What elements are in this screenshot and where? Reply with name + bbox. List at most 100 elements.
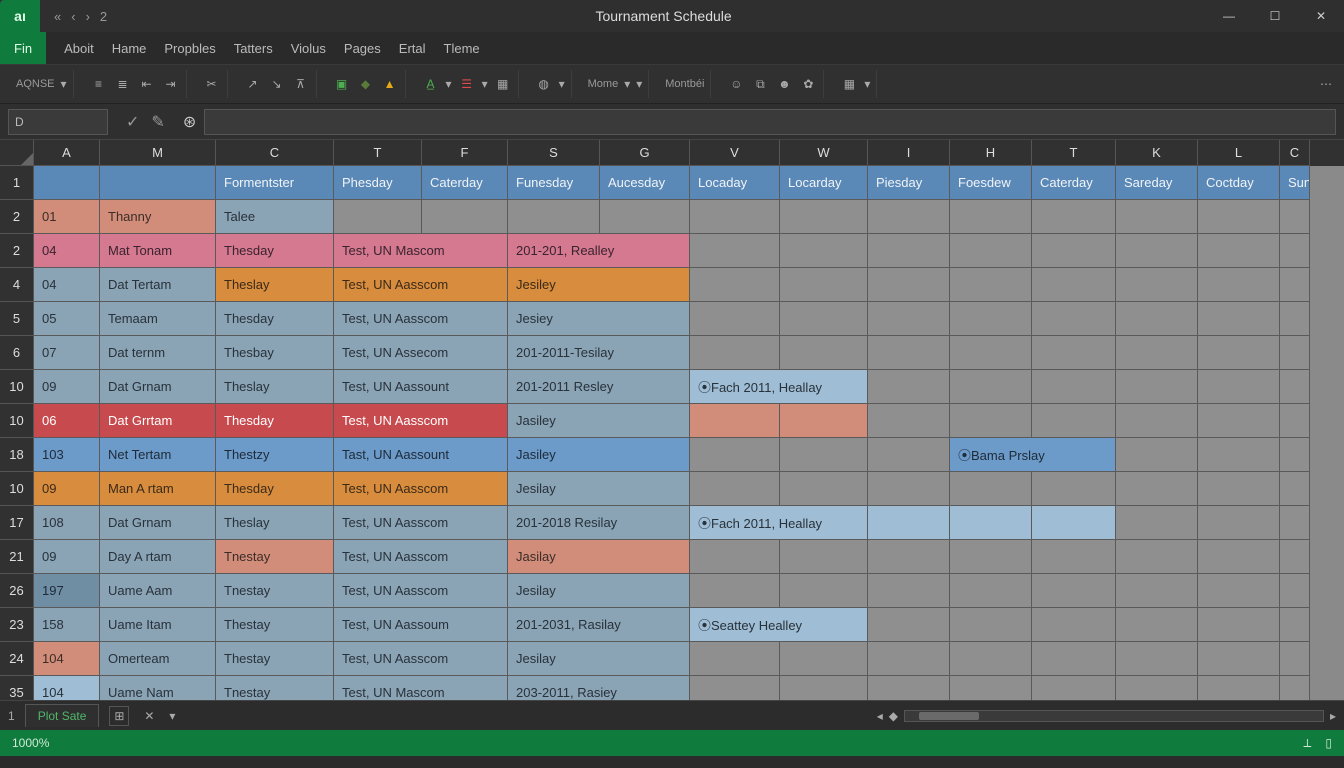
data-cell[interactable]: Day A rtam [100,540,216,574]
column-header[interactable]: W [780,140,868,166]
data-cell[interactable]: Thestay [216,608,334,642]
data-cell[interactable] [1032,302,1116,336]
data-cell[interactable] [690,404,780,438]
format-painter-icon[interactable]: ✂ [203,75,221,93]
header-cell[interactable]: Locarday [780,166,868,200]
align-left-icon[interactable]: ≡ [90,75,108,93]
fill-dark-icon[interactable]: ◆ [357,75,375,93]
maximize-button[interactable]: ☐ [1252,0,1298,32]
data-cell[interactable] [1280,336,1310,370]
data-cell[interactable] [1116,540,1198,574]
data-cell[interactable]: ⦿Fach 2011, Heallay [690,506,868,540]
enter-icon[interactable]: ✎ [151,112,164,132]
data-cell[interactable]: Thesday [216,472,334,506]
header-cell[interactable]: Caterday [422,166,508,200]
data-cell[interactable] [950,404,1032,438]
data-cell[interactable]: Test, UN Aasscom [334,540,508,574]
data-cell[interactable]: Test, UN Aasscom [334,404,508,438]
row-header[interactable]: 24 [0,642,34,676]
dropdown-icon[interactable]: ▾ [61,77,67,91]
data-cell[interactable] [690,234,780,268]
data-cell[interactable]: 201-201, Realley [508,234,690,268]
data-cell[interactable] [1032,676,1116,700]
data-cell[interactable]: Jesiley [508,268,690,302]
data-cell[interactable]: 104 [34,642,100,676]
data-cell[interactable]: 201-2031, Rasilay [508,608,690,642]
data-cell[interactable] [868,302,950,336]
data-cell[interactable] [868,574,950,608]
column-header[interactable]: V [690,140,780,166]
data-cell[interactable] [1116,472,1198,506]
row-header[interactable]: 21 [0,540,34,574]
row-header[interactable]: 10 [0,472,34,506]
data-cell[interactable]: Dat Grnam [100,370,216,404]
data-cell[interactable] [1280,200,1310,234]
data-cell[interactable]: Test, UN Aasscom [334,472,508,506]
data-cell[interactable] [1116,574,1198,608]
column-header[interactable]: C [216,140,334,166]
data-cell[interactable] [1032,404,1116,438]
dropdown-icon[interactable]: ▾ [446,77,452,91]
data-cell[interactable]: Jesilay [508,472,690,506]
data-cell[interactable] [950,574,1032,608]
data-cell[interactable]: Mat Tonam [100,234,216,268]
data-cell[interactable]: Tnestay [216,676,334,700]
data-cell[interactable] [422,200,508,234]
data-cell[interactable] [1116,268,1198,302]
spreadsheet-grid[interactable]: AMCTFSGVWIHTKLC 122456101018101721262324… [0,140,1344,700]
data-cell[interactable] [868,506,950,540]
view-normal-icon[interactable]: ⟂ [1303,736,1311,751]
data-cell[interactable] [334,200,422,234]
row-header[interactable]: 35 [0,676,34,700]
menu-item[interactable]: Violus [291,41,326,56]
data-cell[interactable]: 09 [34,472,100,506]
data-cell[interactable] [868,234,950,268]
row-header[interactable]: 6 [0,336,34,370]
data-cell[interactable] [1198,506,1280,540]
data-cell[interactable] [1032,506,1116,540]
menu-item[interactable]: Ertal [399,41,426,56]
data-cell[interactable]: 201-2018 Resilay [508,506,690,540]
menu-item[interactable]: Pages [344,41,381,56]
data-cell[interactable]: Temaam [100,302,216,336]
data-cell[interactable]: Tnestay [216,574,334,608]
data-cell[interactable] [1198,642,1280,676]
header-cell[interactable]: Foesdew [950,166,1032,200]
data-cell[interactable] [868,676,950,700]
data-cell[interactable] [950,472,1032,506]
dropdown-icon[interactable]: ▾ [864,77,870,91]
border-icon[interactable]: ▦ [494,75,512,93]
data-cell[interactable]: Jasilay [508,540,690,574]
data-cell[interactable]: Dat Grrtam [100,404,216,438]
sort-desc-icon[interactable]: ↘ [268,75,286,93]
data-cell[interactable] [690,472,780,506]
data-cell[interactable] [950,302,1032,336]
indent-decrease-icon[interactable]: ⇤ [138,75,156,93]
data-cell[interactable]: Test, UN Assecom [334,336,508,370]
data-cell[interactable] [950,234,1032,268]
header-cell[interactable]: Coctday [1198,166,1280,200]
data-cell[interactable] [780,404,868,438]
data-cell[interactable] [868,370,950,404]
header-cell[interactable]: Aucesday [600,166,690,200]
data-cell[interactable] [950,268,1032,302]
data-cell[interactable]: Test, UN Aasscom [334,642,508,676]
data-cell[interactable]: Uame Nam [100,676,216,700]
data-cell[interactable]: Theslay [216,506,334,540]
name-box[interactable]: D [8,109,108,135]
row-header[interactable]: 10 [0,370,34,404]
data-cell[interactable]: 197 [34,574,100,608]
data-cell[interactable]: 04 [34,234,100,268]
data-cell[interactable]: Test, UN Aasscom [334,506,508,540]
data-cell[interactable]: 201-2011 Resley [508,370,690,404]
data-cell[interactable]: 06 [34,404,100,438]
data-cell[interactable]: Dat Grnam [100,506,216,540]
data-cell[interactable]: 104 [34,676,100,700]
data-cell[interactable]: Dat Tertam [100,268,216,302]
data-cell[interactable]: 103 [34,438,100,472]
data-cell[interactable]: Jesiey [508,302,690,336]
data-cell[interactable] [1116,234,1198,268]
data-cell[interactable] [1198,472,1280,506]
data-cell[interactable] [690,336,780,370]
data-cell[interactable]: Dat ternm [100,336,216,370]
